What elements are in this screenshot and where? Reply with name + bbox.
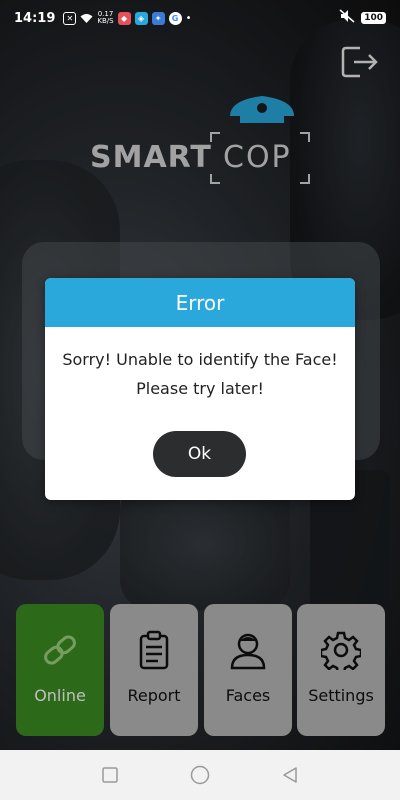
- navigation-bar: [0, 750, 400, 800]
- battery-indicator: 100: [361, 12, 386, 24]
- home-button[interactable]: [189, 764, 211, 786]
- shield-icon: ◈: [134, 11, 148, 25]
- dialog-title: Error: [45, 278, 355, 327]
- dialog-message-line1: Sorry! Unable to identify the Face!: [62, 350, 338, 369]
- dialog-message: Sorry! Unable to identify the Face! Plea…: [45, 327, 355, 403]
- silent-icon: [339, 9, 355, 27]
- app-notification-icon: ◆: [117, 11, 131, 25]
- notification-icon: ✕: [63, 11, 77, 25]
- recent-apps-button[interactable]: [99, 764, 121, 786]
- back-button[interactable]: [279, 764, 301, 786]
- wifi-icon: [80, 12, 93, 25]
- error-dialog: Error Sorry! Unable to identify the Face…: [45, 278, 355, 500]
- status-time: 14:19: [14, 10, 56, 26]
- star-icon: ✦: [151, 11, 165, 25]
- network-speed: 0.17 KB/S: [97, 10, 114, 25]
- ok-button[interactable]: Ok: [153, 431, 246, 477]
- more-icon: •: [185, 12, 192, 24]
- dialog-message-line2: Please try later!: [136, 379, 264, 398]
- status-bar: 14:19 ✕ 0.17 KB/S ◆ ◈ ✦ G • 100: [0, 0, 400, 36]
- google-icon: G: [168, 11, 182, 25]
